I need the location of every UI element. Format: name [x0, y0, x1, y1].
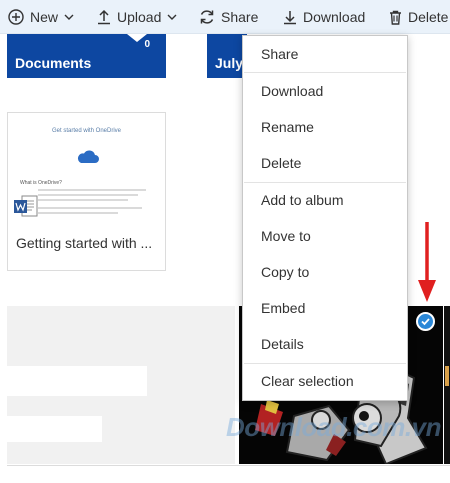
- delete-label: Delete: [408, 9, 449, 25]
- download-icon: [284, 11, 296, 25]
- menu-item-download[interactable]: Download: [243, 74, 407, 108]
- preview-text-line: [38, 212, 118, 214]
- download-label: Download: [303, 9, 366, 25]
- checkmark-icon: [421, 318, 430, 326]
- red-arrow-annotation: [418, 222, 436, 302]
- trash-icon: [390, 10, 401, 25]
- word-icon: [14, 195, 38, 217]
- preview-text-line: [38, 207, 142, 209]
- command-bar: New Upload Share Download Delete: [0, 0, 450, 34]
- blur-patch: [7, 366, 147, 396]
- menu-item-share[interactable]: Share: [243, 37, 407, 71]
- menu-item-details[interactable]: Details: [243, 327, 407, 361]
- chevron-down-icon: [167, 14, 177, 20]
- document-thumbnail: Get started with OneDrive What is OneDri…: [8, 113, 165, 226]
- divider: [7, 465, 450, 466]
- preview-text-line: [38, 189, 146, 191]
- photo-tile-edge: [444, 306, 450, 464]
- preview-text-line: [38, 194, 138, 196]
- download-button[interactable]: Download: [283, 0, 365, 34]
- share-button[interactable]: Share: [199, 0, 258, 34]
- menu-item-rename[interactable]: Rename: [243, 110, 407, 144]
- photo-tile-blurred[interactable]: [7, 306, 235, 464]
- share-label: Share: [221, 9, 259, 25]
- cloud-icon: [77, 150, 99, 163]
- upload-icon: [98, 9, 110, 25]
- delete-button[interactable]: Delete: [389, 0, 448, 34]
- watermark-text: Download.com.vn: [226, 412, 441, 442]
- share-icon: [200, 10, 214, 24]
- folder-name: July: [215, 55, 244, 71]
- blur-patch: [7, 416, 102, 442]
- menu-item-clear-selection[interactable]: Clear selection: [243, 364, 407, 398]
- context-menu: Share Download Rename Delete Add to albu…: [242, 35, 408, 401]
- preview-text-line: [38, 199, 128, 201]
- upload-label: Upload: [117, 9, 162, 25]
- menu-item-move-to[interactable]: Move to: [243, 219, 407, 253]
- file-tile-getting-started[interactable]: Get started with OneDrive What is OneDri…: [7, 112, 166, 271]
- chevron-down-icon: [64, 14, 74, 20]
- folder-tile-documents[interactable]: 0 Documents: [7, 34, 166, 78]
- new-button[interactable]: New: [8, 0, 74, 34]
- menu-separator: [244, 72, 406, 73]
- menu-item-copy-to[interactable]: Copy to: [243, 255, 407, 289]
- plus-circle-icon: [8, 9, 24, 25]
- selected-checkbox[interactable]: [416, 312, 435, 331]
- preview-subtitle: What is OneDrive?: [20, 180, 62, 186]
- folder-tile-july[interactable]: July: [207, 34, 247, 78]
- folder-item-count: 0: [144, 39, 150, 50]
- file-name: Getting started with ...: [16, 235, 153, 251]
- upload-button[interactable]: Upload: [97, 0, 177, 34]
- menu-item-delete[interactable]: Delete: [243, 146, 407, 180]
- menu-item-add-to-album[interactable]: Add to album: [243, 183, 407, 217]
- preview-title: Get started with OneDrive: [51, 128, 122, 134]
- menu-item-embed[interactable]: Embed: [243, 291, 407, 325]
- new-label: New: [30, 9, 59, 25]
- folder-name: Documents: [15, 55, 92, 71]
